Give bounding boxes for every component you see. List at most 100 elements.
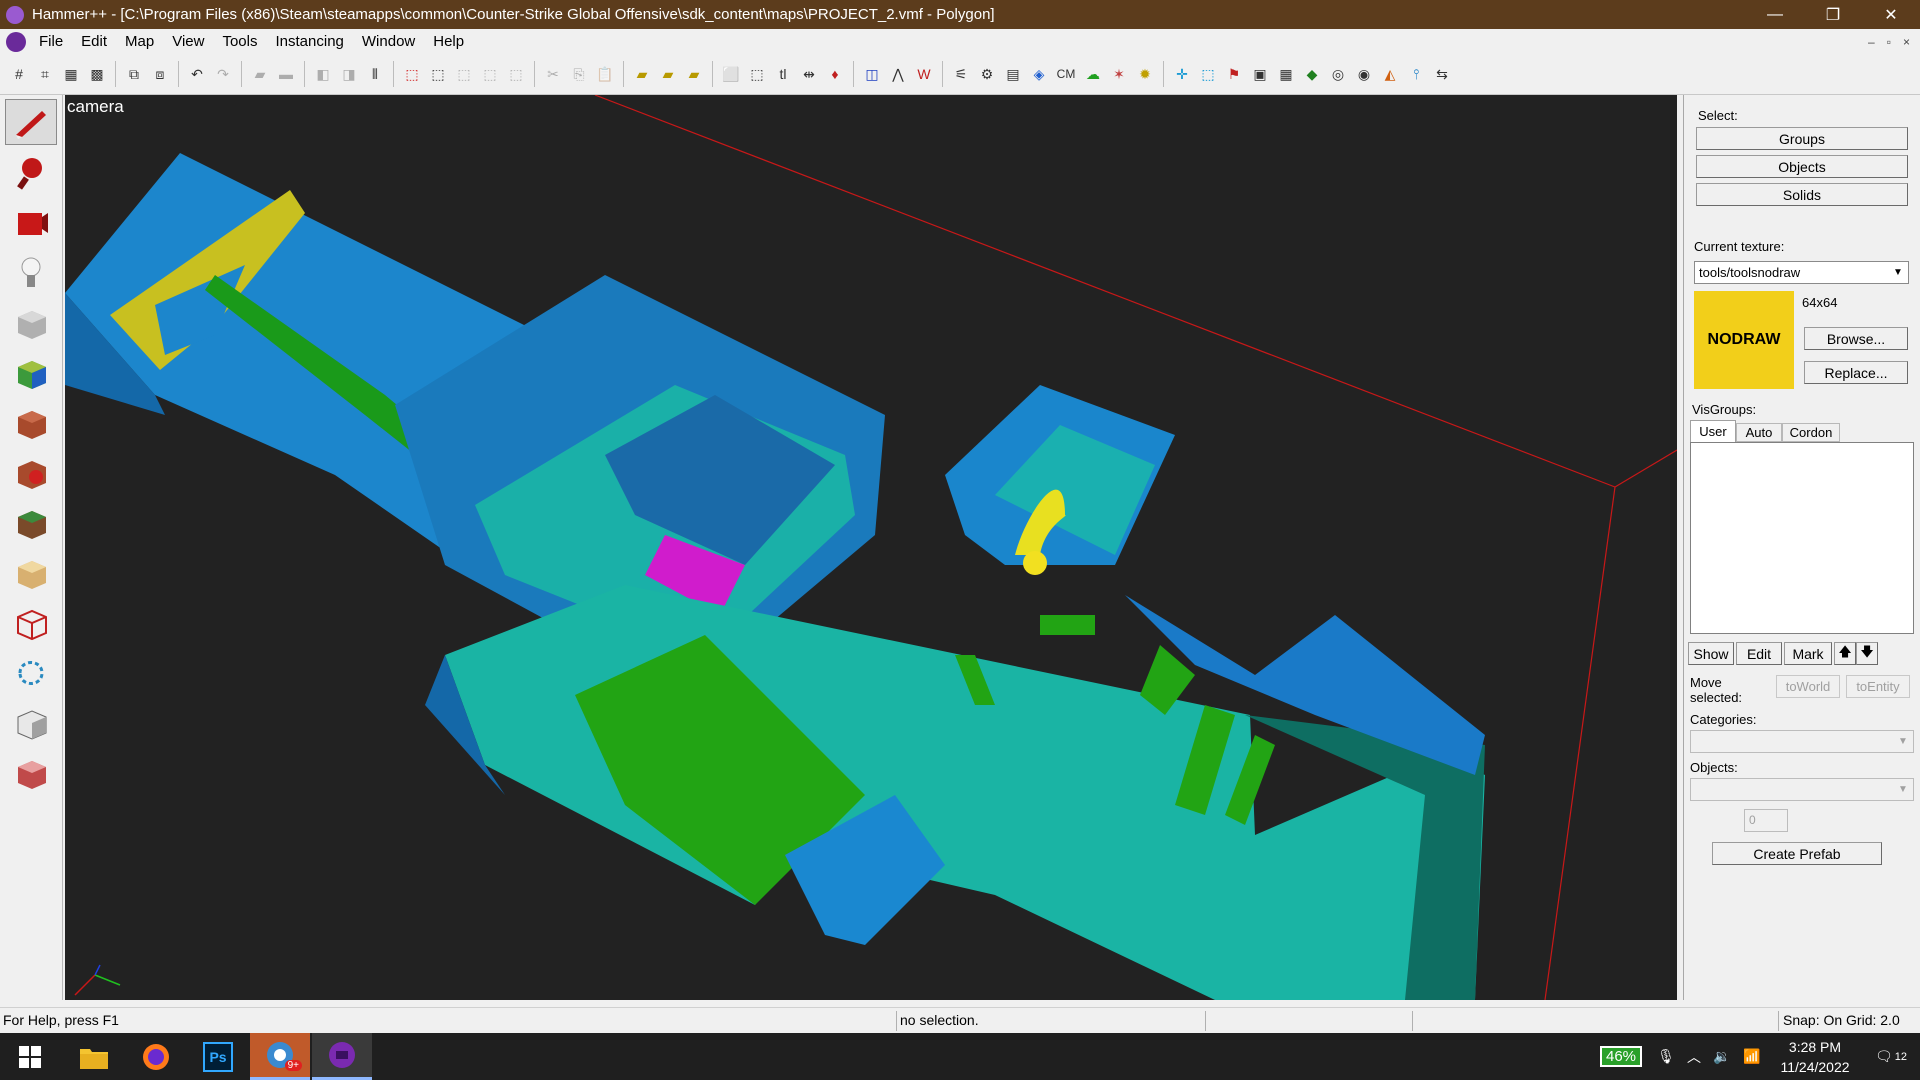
texture-application-tool[interactable] bbox=[5, 349, 57, 395]
texture-browser-icon[interactable]: ▦ bbox=[1273, 60, 1299, 88]
menu-window[interactable]: Window bbox=[353, 29, 424, 54]
battery-indicator[interactable]: 46% bbox=[1590, 1033, 1652, 1080]
cubemap-button[interactable]: CM bbox=[1052, 60, 1080, 88]
show-button[interactable]: Show bbox=[1688, 642, 1734, 665]
menu-tools[interactable]: Tools bbox=[213, 29, 266, 54]
grid-view-icon[interactable]: ⬚ bbox=[1195, 60, 1221, 88]
model-icon[interactable]: ◆ bbox=[1299, 60, 1325, 88]
wifi-icon[interactable]: 📶 bbox=[1740, 1033, 1764, 1080]
align-icon[interactable]: ⫴ bbox=[362, 60, 388, 88]
carve-icon[interactable]: ▰ bbox=[247, 60, 273, 88]
chevron-up-icon[interactable]: ︿ bbox=[1682, 1033, 1706, 1080]
flag-icon[interactable]: ⚑ bbox=[1221, 60, 1247, 88]
objects-select[interactable]: ▼ bbox=[1690, 778, 1914, 801]
notifications-button[interactable]: 🗨 12 bbox=[1866, 1033, 1916, 1080]
mdi-minimize-button[interactable]: – bbox=[1868, 35, 1875, 49]
categories-select[interactable]: ▼ bbox=[1690, 730, 1914, 753]
flip-icon[interactable]: ◧ bbox=[310, 60, 336, 88]
current-texture-select[interactable]: tools/toolsnodraw ▼ bbox=[1694, 261, 1909, 284]
toggle-select-by-handles-icon[interactable]: ⬜ bbox=[718, 60, 744, 88]
decal-tool[interactable] bbox=[5, 449, 57, 495]
select-groups-button[interactable]: Groups bbox=[1696, 127, 1908, 150]
edit-button[interactable]: Edit bbox=[1736, 642, 1782, 665]
hollow-icon[interactable]: ▬ bbox=[273, 60, 299, 88]
menu-map[interactable]: Map bbox=[116, 29, 163, 54]
file-explorer-button[interactable] bbox=[64, 1033, 124, 1080]
texture-lock-icon[interactable]: ▰ bbox=[629, 60, 655, 88]
clock[interactable]: 3:28 PM 11/24/2022 bbox=[1770, 1033, 1860, 1080]
toggle-text-icon[interactable]: tl bbox=[770, 60, 796, 88]
split-icon[interactable]: ⫯ bbox=[1403, 60, 1429, 88]
camera-tool[interactable] bbox=[5, 199, 57, 245]
magnify-tool[interactable] bbox=[5, 149, 57, 195]
menu-instancing[interactable]: Instancing bbox=[267, 29, 353, 54]
tab-user[interactable]: User bbox=[1690, 420, 1736, 442]
rotate-icon[interactable]: ◨ bbox=[336, 60, 362, 88]
block-tool[interactable] bbox=[5, 299, 57, 345]
hide-selected-icon[interactable]: ⬚ bbox=[399, 60, 425, 88]
target-icon[interactable]: ◎ bbox=[1325, 60, 1351, 88]
maximize-button[interactable]: ❐ bbox=[1804, 0, 1862, 29]
compile-icon[interactable]: ⚙ bbox=[974, 60, 1000, 88]
menu-edit[interactable]: Edit bbox=[72, 29, 116, 54]
replace-button[interactable]: Replace... bbox=[1804, 361, 1908, 384]
object-count-spinner[interactable]: 0 bbox=[1744, 809, 1788, 832]
chevron-down-icon[interactable]: ▼ bbox=[1888, 262, 1908, 283]
toggle-models-icon[interactable]: ♦ bbox=[822, 60, 848, 88]
to-entity-button[interactable]: toEntity bbox=[1846, 675, 1910, 698]
grid-smaller-icon[interactable]: ▦ bbox=[58, 60, 84, 88]
grid-toggle-icon[interactable]: # bbox=[6, 60, 32, 88]
tab-cordon[interactable]: Cordon bbox=[1782, 423, 1840, 442]
to-world-button[interactable]: toWorld bbox=[1776, 675, 1840, 698]
entity-report-icon[interactable]: ◈ bbox=[1026, 60, 1052, 88]
entity-tool[interactable] bbox=[5, 249, 57, 295]
menu-view[interactable]: View bbox=[163, 29, 213, 54]
menu-file[interactable]: File bbox=[30, 29, 72, 54]
undo-icon[interactable]: ↶ bbox=[184, 60, 210, 88]
start-button[interactable] bbox=[0, 1033, 60, 1080]
close-button[interactable]: ✕ bbox=[1862, 0, 1920, 29]
sound-icon[interactable]: ◉ bbox=[1351, 60, 1377, 88]
pointer-icon[interactable]: ✛ bbox=[1169, 60, 1195, 88]
bake-icon[interactable]: ✶ bbox=[1106, 60, 1132, 88]
create-prefab-button[interactable]: Create Prefab bbox=[1712, 842, 1882, 865]
volume-icon[interactable]: 🔉 bbox=[1710, 1033, 1734, 1080]
ungroup-icon[interactable]: ⧈ bbox=[147, 60, 173, 88]
cordon-tool[interactable] bbox=[5, 699, 57, 745]
photoshop-button[interactable]: Ps bbox=[188, 1033, 248, 1080]
decal-icon[interactable]: ◭ bbox=[1377, 60, 1403, 88]
settings-icon[interactable]: ⇆ bbox=[1429, 60, 1455, 88]
copy-icon[interactable]: ⎘ bbox=[566, 60, 592, 88]
menu-help[interactable]: Help bbox=[424, 29, 473, 54]
vertex-tool[interactable] bbox=[5, 599, 57, 645]
mark-button[interactable]: Mark bbox=[1784, 642, 1832, 665]
move-up-icon[interactable]: 🡅 bbox=[1834, 642, 1856, 665]
selection-tool[interactable] bbox=[5, 99, 57, 145]
grid-larger-icon[interactable]: ▩ bbox=[84, 60, 110, 88]
mdi-close-button[interactable]: × bbox=[1903, 35, 1910, 49]
image-icon[interactable]: ▣ bbox=[1247, 60, 1273, 88]
mdi-restore-button[interactable]: ▫ bbox=[1887, 35, 1891, 49]
paste-icon[interactable]: 📋 bbox=[592, 60, 618, 88]
texture-preview[interactable]: NODRAW bbox=[1694, 291, 1794, 389]
radius-culling-icon[interactable]: ◫ bbox=[859, 60, 885, 88]
redo-icon[interactable]: ↷ bbox=[210, 60, 236, 88]
clipping-tool[interactable] bbox=[5, 549, 57, 595]
microphone-icon[interactable]: 🎙 bbox=[1656, 1033, 1676, 1080]
texture-apply-icon[interactable]: ▰ bbox=[681, 60, 707, 88]
map-icon[interactable]: ▤ bbox=[1000, 60, 1026, 88]
hide-unselected-icon[interactable]: ⬚ bbox=[425, 60, 451, 88]
minimize-button[interactable]: — bbox=[1746, 0, 1804, 29]
browse-button[interactable]: Browse... bbox=[1804, 327, 1908, 350]
move-down-icon[interactable]: 🡇 bbox=[1856, 642, 1878, 665]
select-objects-button[interactable]: Objects bbox=[1696, 155, 1908, 178]
tab-auto[interactable]: Auto bbox=[1736, 423, 1782, 442]
toggle-autoselect-icon[interactable]: ⬚ bbox=[744, 60, 770, 88]
group-icon[interactable]: ⧉ bbox=[121, 60, 147, 88]
visgroup-icon[interactable]: ⬚ bbox=[477, 60, 503, 88]
cut-icon[interactable]: ✂ bbox=[540, 60, 566, 88]
visgroup-list[interactable] bbox=[1690, 442, 1914, 634]
path-tool[interactable] bbox=[5, 649, 57, 695]
skip-icon[interactable]: ⚟ bbox=[948, 60, 974, 88]
grid-increase-icon[interactable]: ⌗ bbox=[32, 60, 58, 88]
